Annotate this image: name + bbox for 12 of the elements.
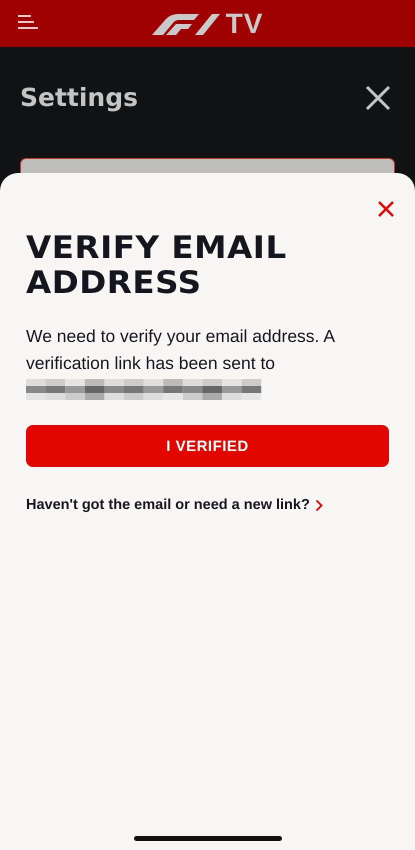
resend-link[interactable]: Haven't got the email or need a new link? [26, 497, 323, 513]
message-text: We need to verify your email address. A verification link has been sent to [26, 325, 336, 375]
brand-text: TV [226, 8, 264, 40]
page-title: Settings [20, 83, 138, 112]
close-icon [365, 84, 391, 110]
logo-icon [152, 12, 220, 34]
sheet-title: VERIFY EMAIL ADDRESS [26, 231, 288, 301]
close-button[interactable] [365, 84, 391, 110]
close-icon [378, 201, 394, 217]
menu-icon [16, 14, 38, 30]
chevron-icon [314, 498, 323, 512]
verified-button[interactable]: I VERIFIED [26, 425, 389, 467]
